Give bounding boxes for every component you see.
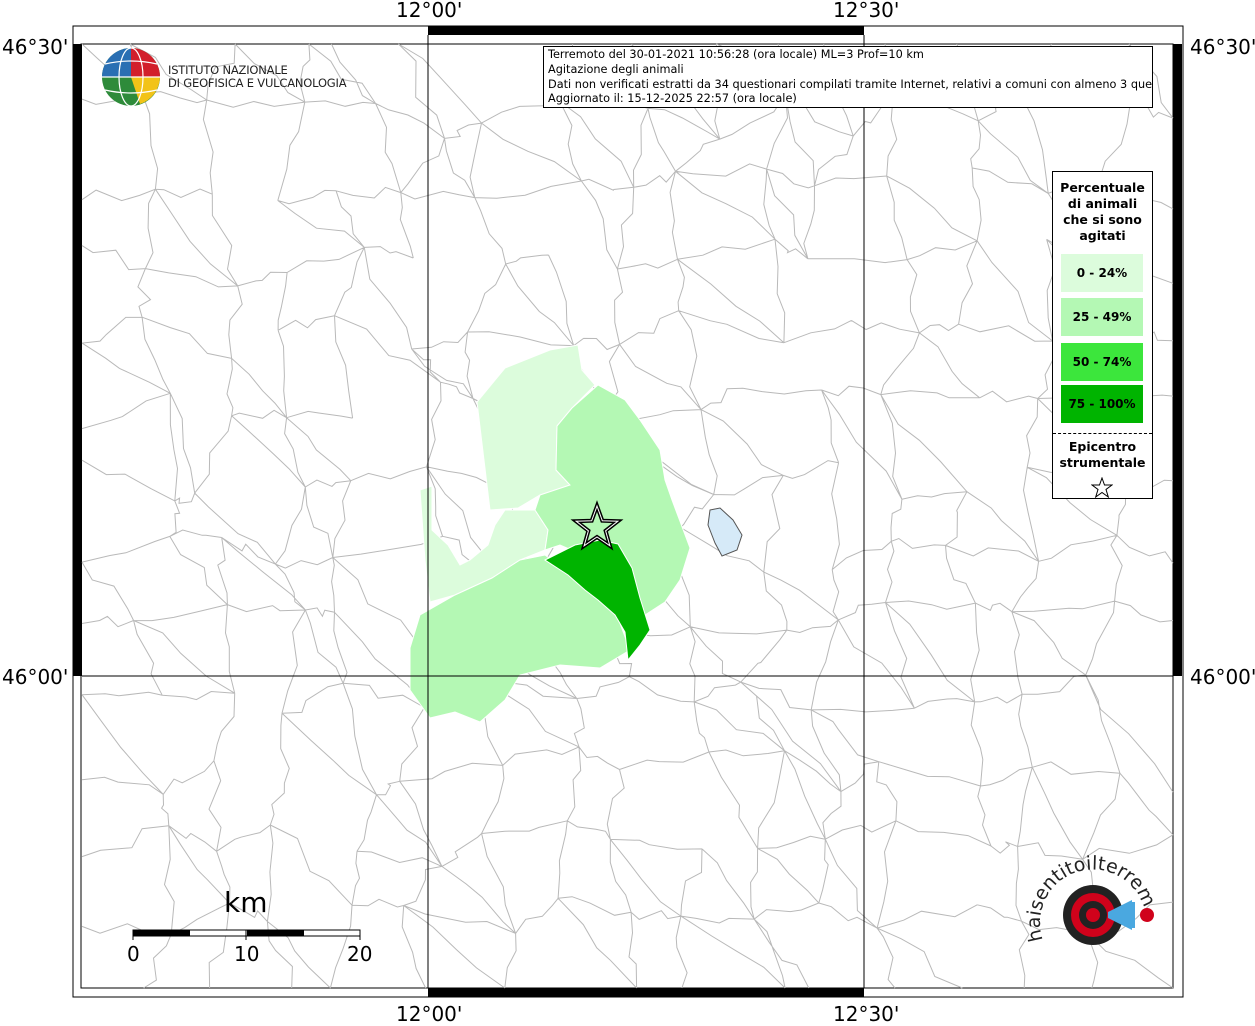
scale-tick-0: 0 [127,942,140,966]
legend-title-line: agitati [1079,228,1126,243]
legend-epicenter-line: Epicentro [1068,439,1137,454]
event-info-box: Terremoto del 30-01-2021 10:56:28 (ora l… [543,46,1153,108]
event-info-line1: Terremoto del 30-01-2021 10:56:28 (ora l… [548,48,924,61]
star-icon [1091,477,1113,499]
event-info-line4: Aggiornato il: 15-12-2025 22:57 (ora loc… [548,92,797,106]
frame-bar-right [1173,44,1182,676]
legend: Percentuale di animali che si sono agita… [1052,171,1153,499]
ingv-globe-icon [102,47,160,107]
lat-label-right-bottom: 46°00' [1190,665,1255,689]
lon-label-top-right: 12°30' [833,0,900,22]
legend-title-line: Percentuale [1060,180,1145,195]
legend-title: Percentuale di animali che si sono agita… [1053,180,1152,244]
event-info-line3: Dati non verificati estratti da 34 quest… [548,77,1153,91]
legend-title-line: di animali [1067,196,1138,211]
map-canvas: haisentitoilterremoto.it [0,0,1184,998]
legend-class-3: 75 - 100% [1061,385,1143,423]
legend-class-0: 0 - 24% [1061,254,1143,292]
scale-tick-20: 20 [347,942,373,966]
lon-label-bottom-right: 12°30' [833,1002,900,1026]
scale-tick-10: 10 [234,942,260,966]
lon-label-bottom-left: 12°00' [396,1002,463,1026]
scale-unit: km [224,886,268,919]
legend-epicenter-line: strumentale [1059,455,1146,470]
lat-label-right-top: 46°30' [1190,35,1255,59]
ingv-name-line2: DI GEOFISICA E VULCANOLOGIA [168,76,347,90]
legend-separator [1053,433,1152,434]
lat-label-left-top: 46°30' [2,35,69,59]
legend-epicenter-label: Epicentro strumentale [1053,439,1152,471]
lat-label-left-bottom: 46°00' [2,665,69,689]
legend-title-line: che si sono [1063,212,1142,227]
frame-bar-bottom [428,988,864,997]
legend-class-1: 25 - 49% [1061,298,1143,336]
frame-bar-top [428,26,864,35]
event-info-line2: Agitazione degli animali [548,62,684,76]
lon-label-top-left: 12°00' [396,0,463,22]
frame-bar-left [73,44,82,676]
ingv-name: ISTITUTO NAZIONALE DI GEOFISICA E VULCAN… [168,64,347,90]
legend-class-2: 50 - 74% [1061,343,1143,381]
